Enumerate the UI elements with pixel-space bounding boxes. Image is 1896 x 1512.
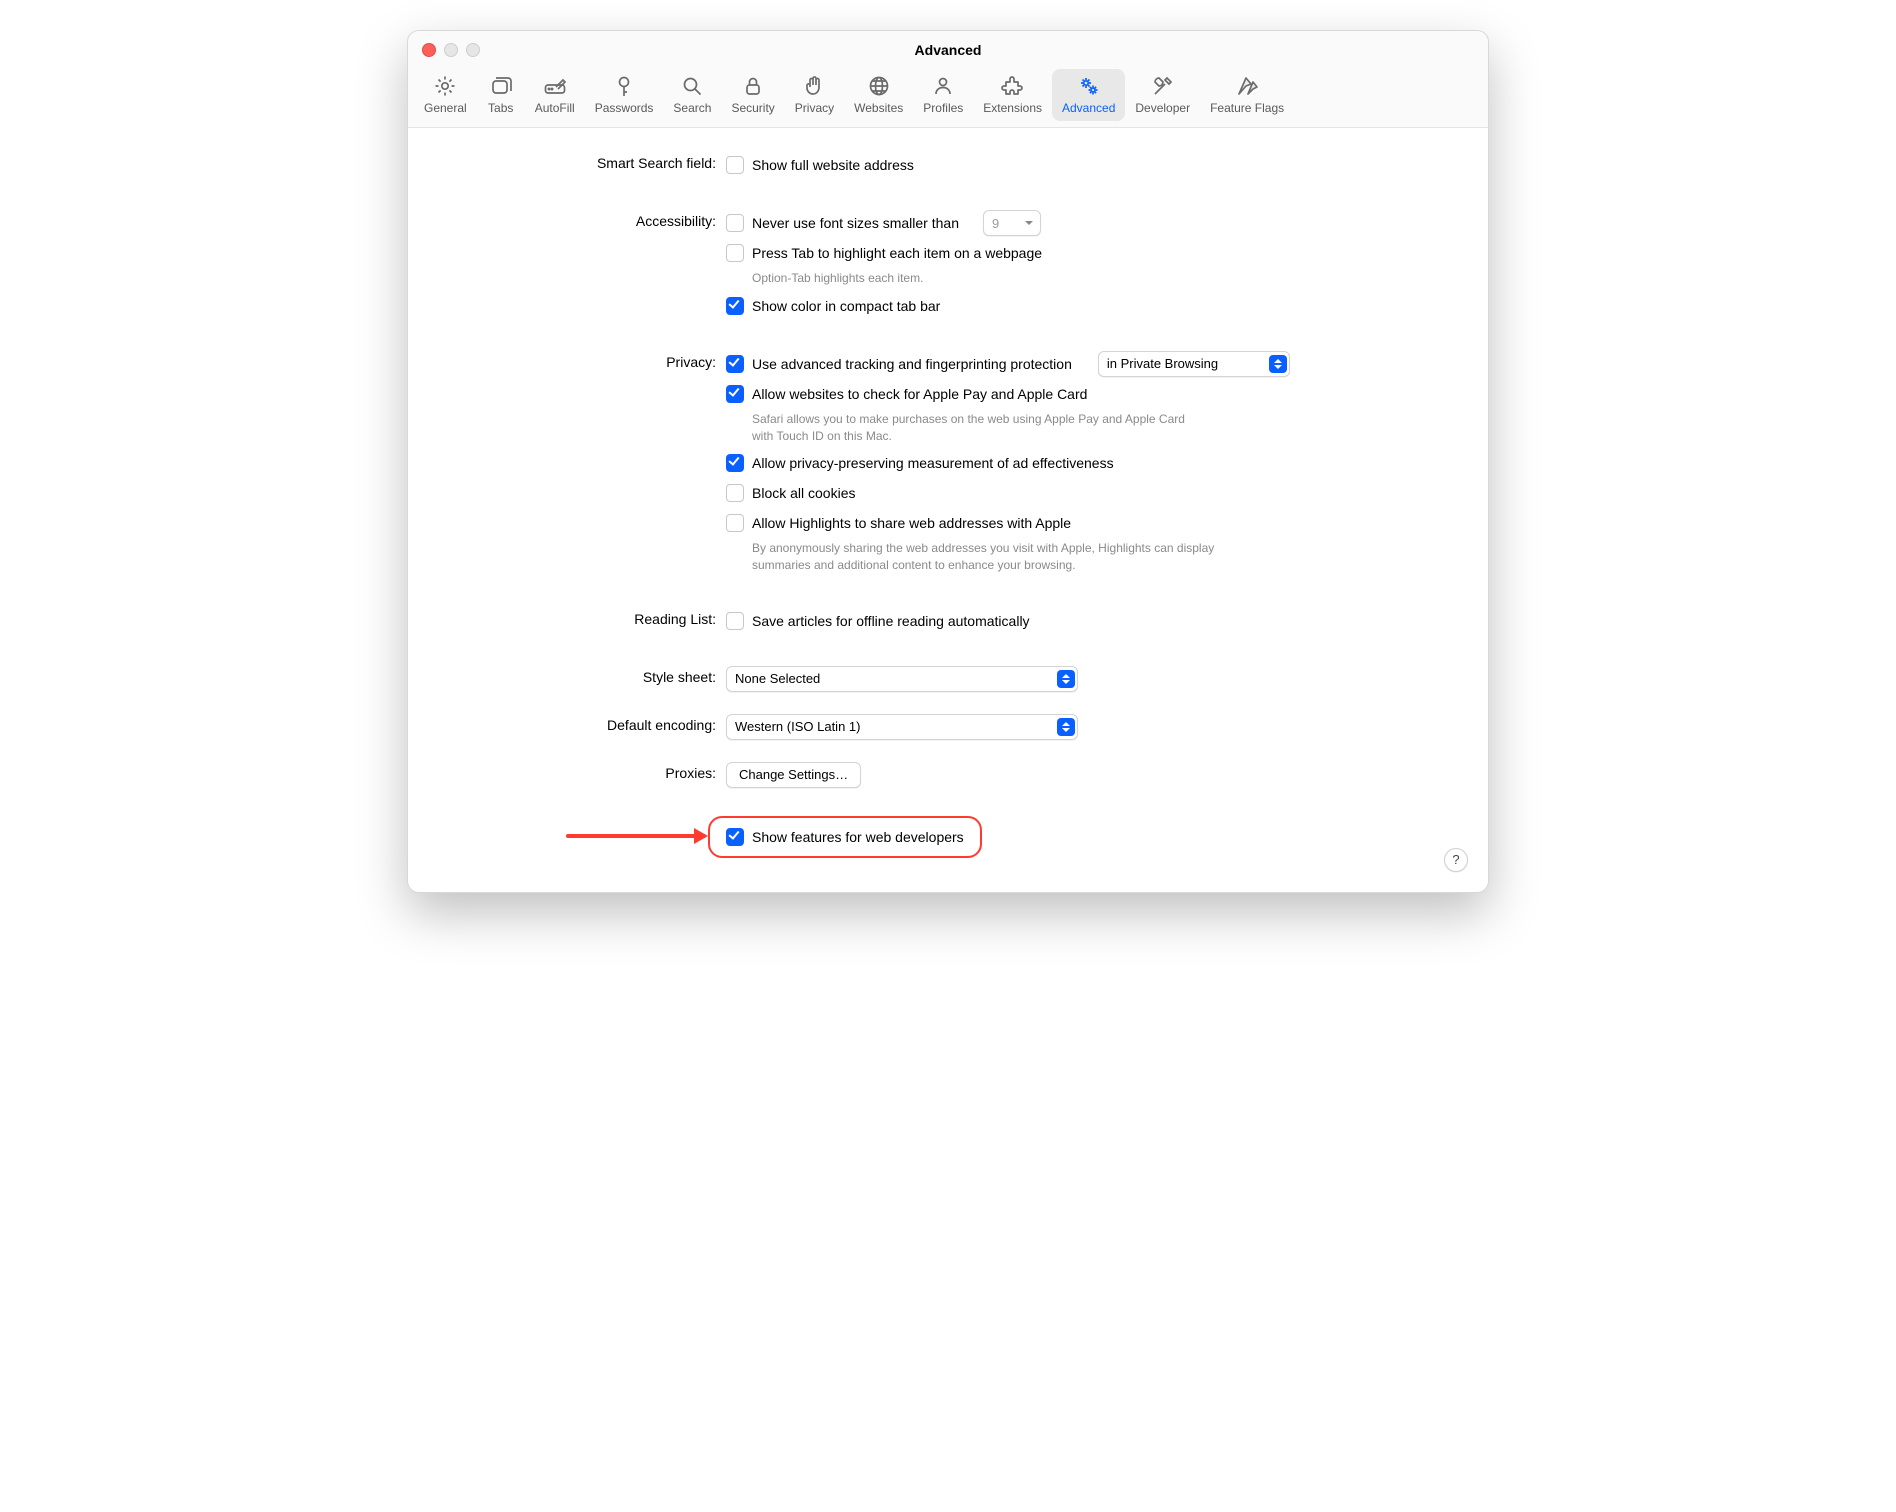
updown-icon <box>1269 355 1287 373</box>
tracking-label: Use advanced tracking and fingerprinting… <box>752 356 1072 372</box>
privacy-label: Privacy: <box>436 351 726 370</box>
tracking-mode-value: in Private Browsing <box>1107 356 1218 371</box>
wrench-screwdriver-icon <box>1149 73 1177 99</box>
highlight-arrow-icon <box>566 834 706 838</box>
default-encoding-select[interactable]: Western (ISO Latin 1) <box>726 714 1078 740</box>
flags-icon <box>1233 73 1261 99</box>
preferences-window: Advanced General Tabs <box>407 30 1489 893</box>
reading-list-label: Reading List: <box>436 608 726 627</box>
block-cookies-checkbox[interactable] <box>726 484 744 502</box>
window-stack-icon <box>487 73 515 99</box>
apple-pay-label: Allow websites to check for Apple Pay an… <box>752 386 1087 402</box>
tab-feature-flags[interactable]: Feature Flags <box>1200 69 1294 121</box>
person-icon <box>929 73 957 99</box>
tab-label: Websites <box>854 101 903 115</box>
tab-extensions[interactable]: Extensions <box>973 69 1052 121</box>
tab-general[interactable]: General <box>414 69 477 121</box>
change-settings-button[interactable]: Change Settings… <box>726 762 861 788</box>
empty-label <box>436 816 726 819</box>
tracking-checkbox[interactable] <box>726 355 744 373</box>
highlight-box: Show features for web developers <box>708 816 982 858</box>
tracking-mode-select[interactable]: in Private Browsing <box>1098 351 1290 377</box>
tab-label: Developer <box>1135 101 1190 115</box>
ad-measure-label: Allow privacy-preserving measurement of … <box>752 455 1114 471</box>
press-tab-hint: Option-Tab highlights each item. <box>752 270 1222 287</box>
puzzle-icon <box>999 73 1027 99</box>
help-label: ? <box>1452 852 1459 867</box>
show-color-compact-label: Show color in compact tab bar <box>752 298 940 314</box>
change-settings-label: Change Settings… <box>739 767 848 782</box>
tab-advanced[interactable]: Advanced <box>1052 69 1125 121</box>
style-sheet-value: None Selected <box>735 671 820 686</box>
ad-measure-checkbox[interactable] <box>726 454 744 472</box>
style-sheet-label: Style sheet: <box>436 666 726 685</box>
magnifier-icon <box>678 73 706 99</box>
tab-privacy[interactable]: Privacy <box>785 69 844 121</box>
show-full-address-checkbox[interactable] <box>726 156 744 174</box>
show-dev-features-label: Show features for web developers <box>752 829 964 845</box>
gear-icon <box>431 73 459 99</box>
tab-label: AutoFill <box>535 101 575 115</box>
proxies-label: Proxies: <box>436 762 726 781</box>
tab-websites[interactable]: Websites <box>844 69 913 121</box>
pencil-field-icon <box>541 73 569 99</box>
double-gear-icon <box>1075 73 1103 99</box>
tab-label: Search <box>673 101 711 115</box>
updown-icon <box>1057 718 1075 736</box>
tab-label: Profiles <box>923 101 963 115</box>
block-cookies-label: Block all cookies <box>752 485 856 501</box>
minimize-button[interactable] <box>444 43 458 57</box>
highlights-label: Allow Highlights to share web addresses … <box>752 515 1071 531</box>
show-dev-features-checkbox[interactable] <box>726 828 744 846</box>
tab-passwords[interactable]: Passwords <box>585 69 664 121</box>
tab-label: General <box>424 101 467 115</box>
tab-label: Passwords <box>595 101 654 115</box>
settings-content: Smart Search field: Show full website ad… <box>408 128 1488 892</box>
preferences-toolbar: General Tabs AutoFill <box>408 69 1488 128</box>
show-full-address-label: Show full website address <box>752 157 914 173</box>
min-font-checkbox[interactable] <box>726 214 744 232</box>
min-font-label: Never use font sizes smaller than <box>752 215 959 231</box>
help-button[interactable]: ? <box>1444 848 1468 872</box>
apple-pay-hint: Safari allows you to make purchases on t… <box>752 411 1192 445</box>
chevron-down-icon <box>1020 214 1038 232</box>
globe-icon <box>865 73 893 99</box>
smart-search-label: Smart Search field: <box>436 152 726 171</box>
maximize-button[interactable] <box>466 43 480 57</box>
tab-profiles[interactable]: Profiles <box>913 69 973 121</box>
tab-search[interactable]: Search <box>663 69 721 121</box>
press-tab-label: Press Tab to highlight each item on a we… <box>752 245 1042 261</box>
accessibility-label: Accessibility: <box>436 210 726 229</box>
save-offline-label: Save articles for offline reading automa… <box>752 613 1030 629</box>
hand-icon <box>800 73 828 99</box>
highlights-hint: By anonymously sharing the web addresses… <box>752 540 1262 574</box>
tab-label: Tabs <box>488 101 513 115</box>
tab-label: Privacy <box>795 101 834 115</box>
min-font-select[interactable]: 9 <box>983 210 1041 236</box>
default-encoding-value: Western (ISO Latin 1) <box>735 719 860 734</box>
tab-autofill[interactable]: AutoFill <box>525 69 585 121</box>
tab-tabs[interactable]: Tabs <box>477 69 525 121</box>
style-sheet-select[interactable]: None Selected <box>726 666 1078 692</box>
close-button[interactable] <box>422 43 436 57</box>
tab-label: Extensions <box>983 101 1042 115</box>
show-color-compact-checkbox[interactable] <box>726 297 744 315</box>
traffic-lights <box>422 43 480 57</box>
tab-security[interactable]: Security <box>721 69 784 121</box>
press-tab-checkbox[interactable] <box>726 244 744 262</box>
highlights-checkbox[interactable] <box>726 514 744 532</box>
tab-label: Security <box>731 101 774 115</box>
titlebar: Advanced <box>408 31 1488 69</box>
tab-label: Advanced <box>1062 101 1115 115</box>
default-encoding-label: Default encoding: <box>436 714 726 733</box>
apple-pay-checkbox[interactable] <box>726 385 744 403</box>
save-offline-checkbox[interactable] <box>726 612 744 630</box>
min-font-value: 9 <box>992 216 999 231</box>
lock-icon <box>739 73 767 99</box>
key-icon <box>610 73 638 99</box>
window-title: Advanced <box>915 42 982 58</box>
tab-label: Feature Flags <box>1210 101 1284 115</box>
tab-developer[interactable]: Developer <box>1125 69 1200 121</box>
updown-icon <box>1057 670 1075 688</box>
